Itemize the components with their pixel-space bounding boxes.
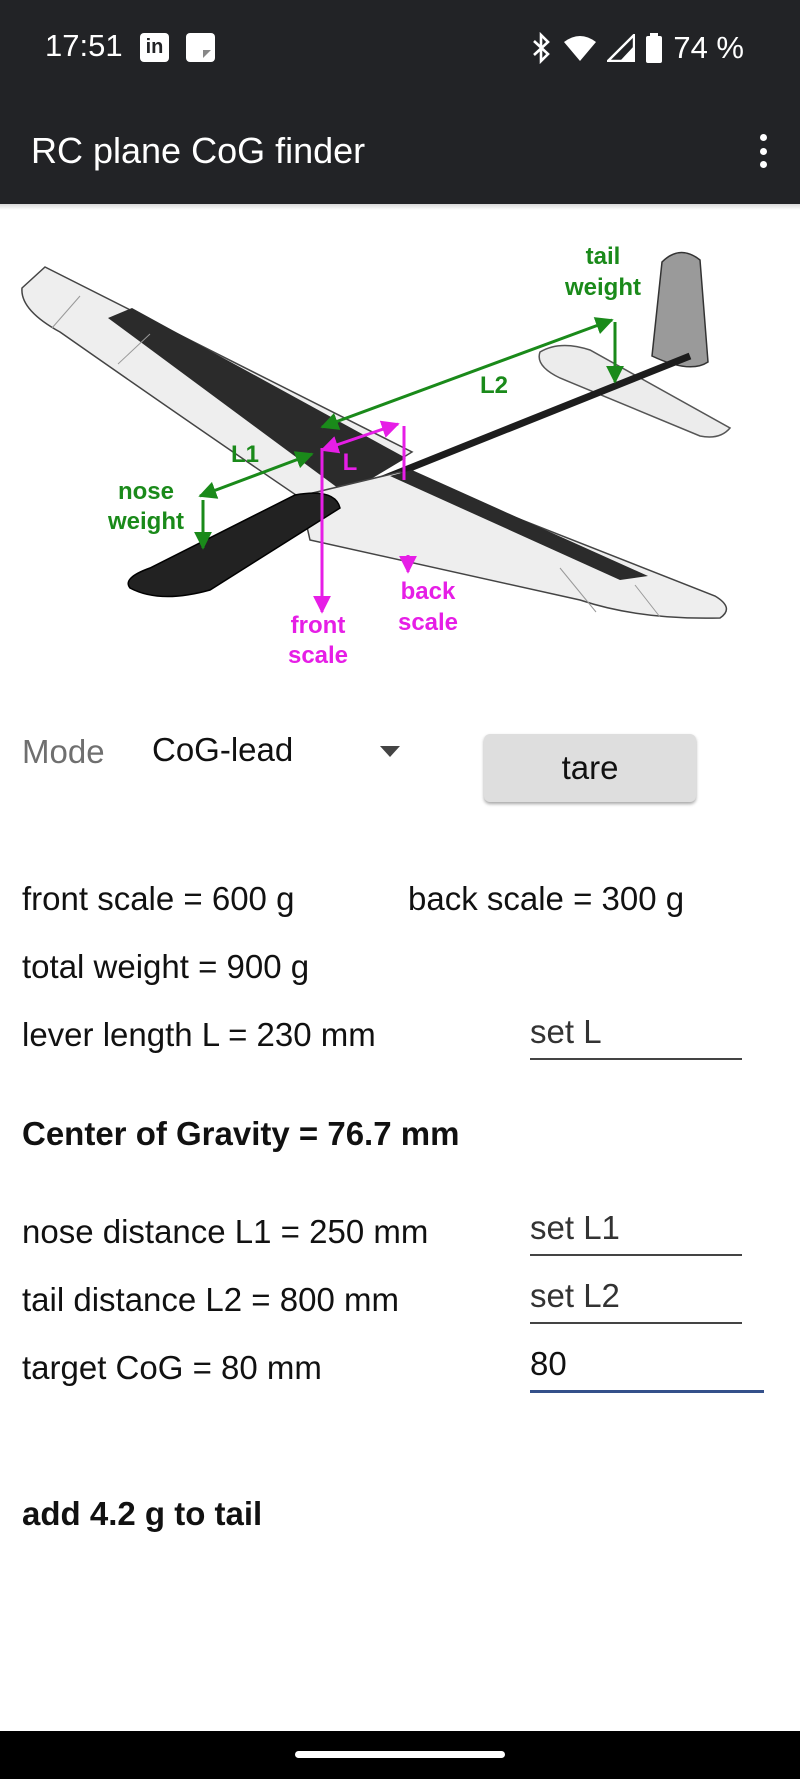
total-weight-reading: total weight = 900 g [22,948,310,985]
mode-value: CoG-lead [152,731,294,768]
back-scale-label-1: back [401,578,456,605]
status-bar: 17:51 in 74 % [0,0,800,98]
target-cog-reading: target CoG = 80 mm [22,1349,322,1386]
wifi-icon [564,36,597,61]
tare-button[interactable]: tare [484,734,696,802]
back-scale-label-2: scale [398,609,458,636]
mode-dropdown[interactable]: CoG-lead [152,716,400,786]
app-bar: RC plane CoG finder [0,98,800,204]
set-l2-input[interactable] [530,1270,742,1324]
front-scale-reading: front scale = 600 g [22,880,295,917]
nose-weight-label-1: nose [118,478,174,505]
mode-label: Mode [22,733,105,770]
weight-advice: add 4.2 g to tail [22,1495,263,1532]
tail-distance-reading: tail distance L2 = 800 mm [22,1281,399,1318]
nose-distance-reading: nose distance L1 = 250 mm [22,1213,429,1250]
back-scale-reading: back scale = 300 g [408,880,685,917]
navigation-bar [0,1731,800,1779]
front-scale-label-2: scale [288,642,348,669]
status-time: 17:51 [45,28,123,63]
center-of-gravity-result: Center of Gravity = 76.7 mm [22,1115,460,1152]
front-scale-label-1: front [291,612,346,639]
overflow-menu-icon[interactable] [760,134,770,168]
l1-label: L1 [231,441,259,468]
vertical-fin [651,251,709,368]
lever-length-reading: lever length L = 230 mm [22,1016,376,1053]
app-title: RC plane CoG finder [31,130,366,171]
set-l1-input[interactable] [530,1202,742,1256]
notes-icon [186,33,215,62]
l-label: L [343,449,358,476]
nose-weight-label-2: weight [107,508,184,535]
l2-label: L2 [480,372,508,399]
signal-icon [607,34,636,62]
set-l-input[interactable] [530,1006,742,1060]
target-cog-input[interactable] [530,1338,764,1393]
dropdown-arrow-icon [380,746,400,757]
tail-weight-label-2: weight [564,274,641,301]
right-wing [299,470,728,619]
linkedin-icon: in [140,33,169,62]
plane-diagram: tail weight L2 L1 L nose weight back sca… [21,243,732,669]
home-gesture-handle[interactable] [295,1751,505,1758]
battery-percent: 74 % [673,30,744,65]
battery-icon [646,33,663,63]
bluetooth-icon [533,32,551,64]
status-system-area: 74 % [531,30,744,66]
tail-weight-label-1: tail [586,243,621,270]
